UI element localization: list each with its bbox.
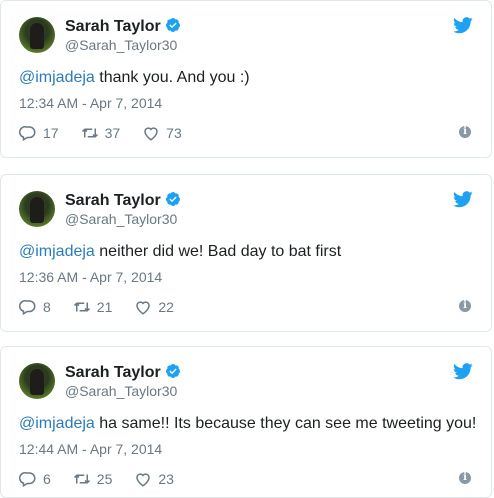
like-icon: [144, 127, 158, 141]
reply-button[interactable]: 6: [19, 470, 51, 488]
tweet-body: ha same!! Its because they can see me tw…: [94, 415, 477, 432]
verified-badge-icon: [165, 18, 180, 32]
like-icon: [136, 301, 151, 315]
like-count: 22: [158, 299, 174, 315]
twitter-bird-icon[interactable]: [453, 191, 473, 208]
mention-link[interactable]: @imjadeja: [19, 415, 95, 432]
timestamp[interactable]: 12:36 AM - Apr 7, 2014: [19, 269, 162, 285]
info-icon[interactable]: i: [459, 472, 471, 484]
retweet-icon: [81, 128, 98, 138]
timestamp[interactable]: 12:44 AM - Apr 7, 2014: [19, 441, 162, 457]
retweet-icon: [73, 302, 90, 312]
author-name[interactable]: Sarah Taylor: [65, 192, 161, 209]
author-handle[interactable]: @Sarah_Taylor30: [65, 383, 177, 399]
reply-button[interactable]: 8: [19, 298, 51, 316]
author-name[interactable]: Sarah Taylor: [65, 18, 161, 35]
reply-count: 6: [43, 471, 51, 487]
verified-badge-icon: [165, 364, 180, 378]
author-handle[interactable]: @Sarah_Taylor30: [65, 37, 177, 53]
like-count: 23: [158, 471, 174, 487]
retweet-button[interactable]: 21: [73, 298, 113, 316]
avatar[interactable]: [19, 17, 55, 53]
action-bar: 8 21 22: [19, 297, 196, 317]
tweet-text: @imjadeja thank you. And you :): [19, 69, 250, 87]
tweet-card[interactable]: Sarah Taylor @Sarah_Taylor30 @imjadeja n…: [0, 174, 492, 332]
mention-link[interactable]: @imjadeja: [19, 69, 95, 86]
avatar[interactable]: [19, 363, 55, 399]
tweet-text: @imjadeja neither did we! Bad day to bat…: [19, 243, 341, 261]
like-button[interactable]: 22: [134, 298, 174, 316]
timestamp[interactable]: 12:34 AM - Apr 7, 2014: [19, 95, 162, 111]
reply-icon: [19, 126, 36, 142]
author-name[interactable]: Sarah Taylor: [65, 364, 161, 381]
retweet-count: 25: [96, 471, 113, 487]
like-button[interactable]: 23: [134, 470, 174, 488]
reply-count: 8: [43, 299, 51, 315]
info-icon[interactable]: i: [459, 126, 471, 138]
author-handle[interactable]: @Sarah_Taylor30: [65, 211, 177, 227]
like-count: 73: [166, 125, 182, 141]
twitter-bird-icon[interactable]: [453, 363, 473, 380]
avatar[interactable]: [19, 191, 55, 227]
info-icon[interactable]: i: [459, 300, 471, 312]
tweet-body: neither did we! Bad day to bat first: [94, 243, 342, 260]
reply-icon: [19, 472, 36, 488]
retweet-count: 21: [96, 299, 113, 315]
verified-badge-icon: [165, 192, 180, 206]
tweet-card[interactable]: Sarah Taylor @Sarah_Taylor30 @imjadeja h…: [0, 346, 492, 498]
like-icon: [136, 473, 151, 487]
tweet-text: @imjadeja ha same!! Its because they can…: [19, 415, 476, 433]
reply-button[interactable]: 17: [19, 124, 59, 142]
tweet-card[interactable]: Sarah Taylor @Sarah_Taylor30 @imjadeja t…: [0, 0, 492, 158]
retweet-count: 37: [104, 125, 121, 141]
retweet-button[interactable]: 37: [81, 124, 121, 142]
retweet-button[interactable]: 25: [73, 470, 113, 488]
tweet-body: thank you. And you :): [94, 69, 250, 86]
reply-count: 17: [43, 125, 59, 141]
mention-link[interactable]: @imjadeja: [19, 243, 95, 260]
reply-icon: [19, 300, 36, 316]
retweet-icon: [73, 474, 90, 484]
action-bar: 6 25 23: [19, 469, 196, 489]
twitter-bird-icon[interactable]: [453, 17, 473, 34]
like-button[interactable]: 73: [142, 124, 182, 142]
action-bar: 17 37 73: [19, 123, 204, 143]
